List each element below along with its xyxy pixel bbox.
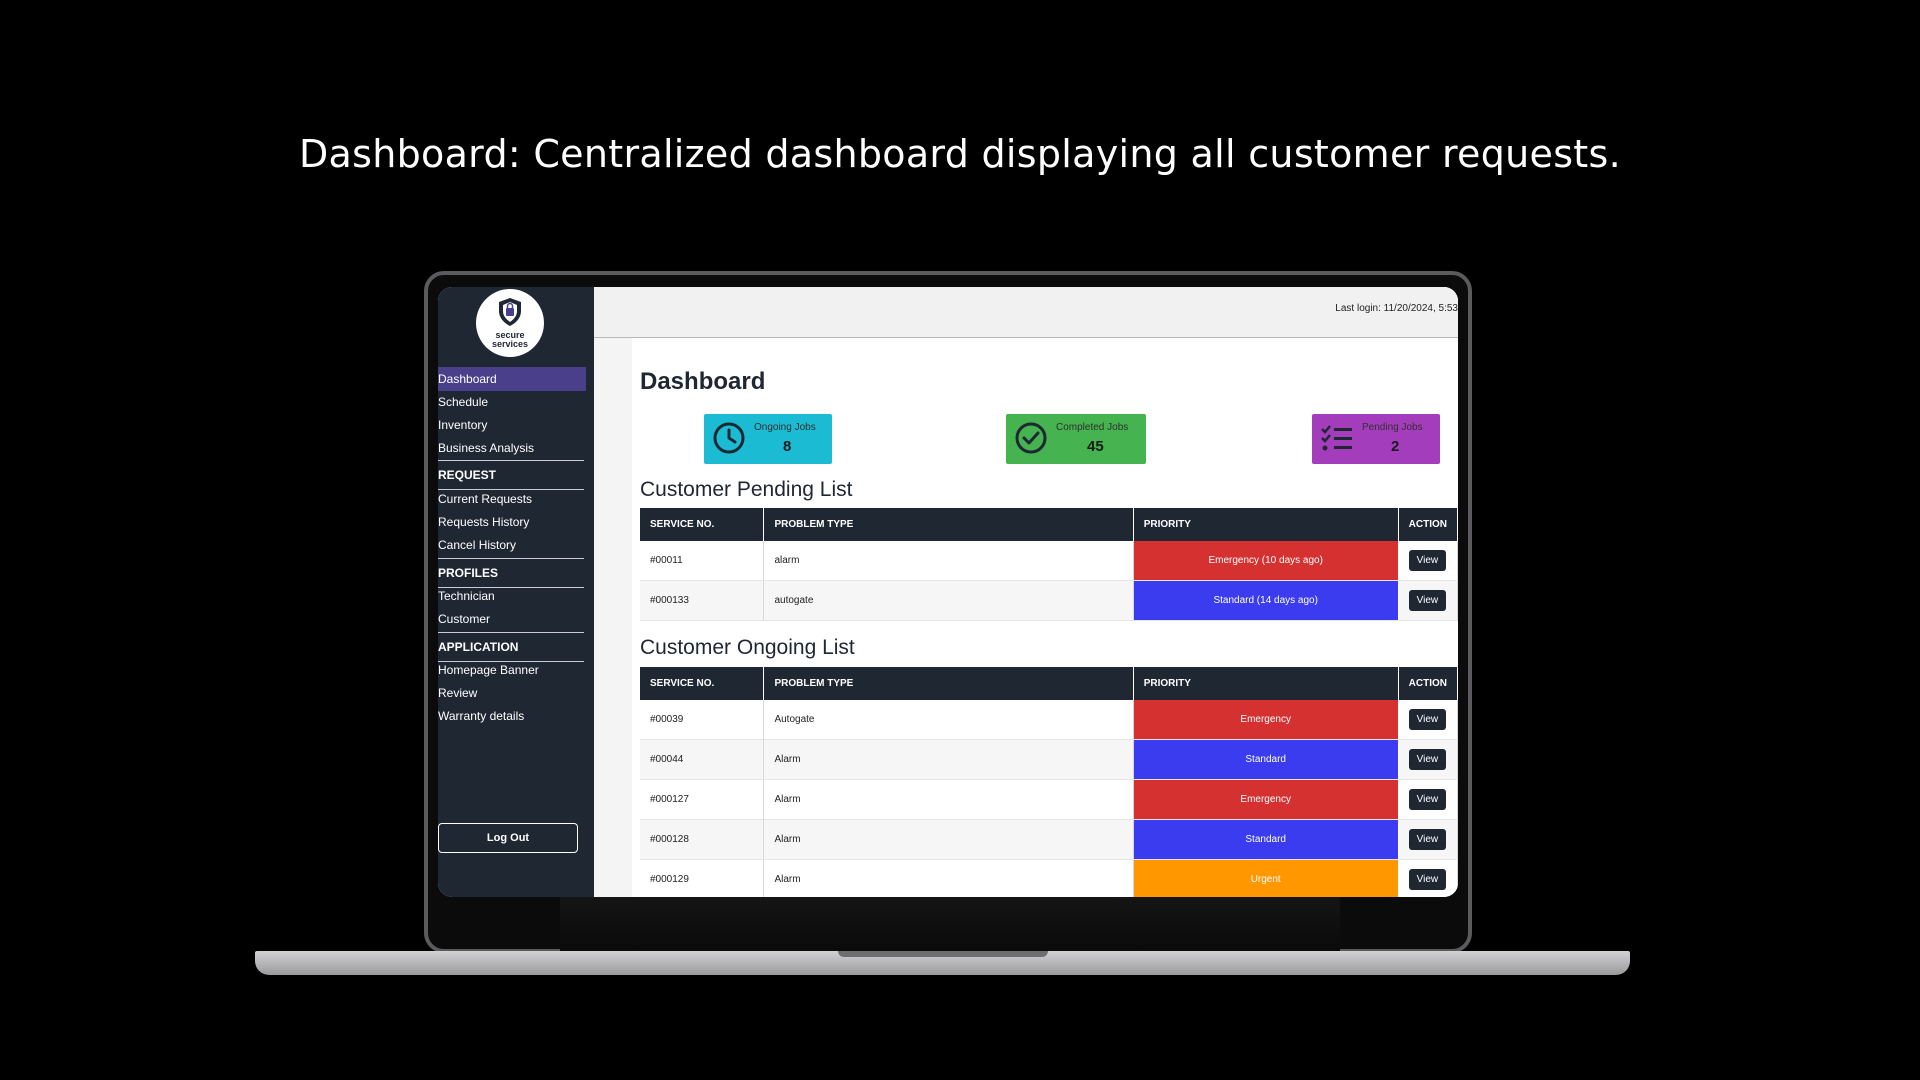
dashboard-content: Dashboard Ongoing Jobs 8 Completed Jobs … bbox=[632, 338, 1458, 897]
priority-badge: Emergency bbox=[1133, 700, 1399, 740]
ongoing-list-table: SERVICE NO. PROBLEM TYPE PRIORITY ACTION… bbox=[640, 667, 1458, 897]
priority-badge: Standard (14 days ago) bbox=[1133, 580, 1399, 621]
problem-type-cell: alarm bbox=[763, 541, 1134, 581]
sidebar-item-dashboard[interactable]: Dashboard bbox=[438, 367, 586, 391]
action-cell: View bbox=[1398, 819, 1458, 860]
service-no-cell: #00044 bbox=[640, 739, 765, 780]
sidebar-item-customer[interactable]: Customer bbox=[438, 607, 586, 631]
logo-text: secure services bbox=[491, 330, 529, 349]
col-priority: PRIORITY bbox=[1133, 508, 1399, 541]
priority-badge: Standard bbox=[1133, 819, 1399, 860]
col-problem-type: PROBLEM TYPE bbox=[763, 667, 1134, 700]
service-no-cell: #000133 bbox=[640, 580, 765, 621]
pending-jobs-label: Pending Jobs bbox=[1362, 422, 1423, 433]
sidebar-item-homepage-banner[interactable]: Homepage Banner bbox=[438, 658, 586, 682]
ongoing-list-title: Customer Ongoing List bbox=[640, 636, 855, 659]
pending-list-table: SERVICE NO. PROBLEM TYPE PRIORITY ACTION… bbox=[640, 508, 1458, 621]
sidebar-item-review[interactable]: Review bbox=[438, 681, 586, 705]
col-action: ACTION bbox=[1398, 667, 1458, 700]
view-button[interactable]: View bbox=[1408, 550, 1447, 571]
page-title: Dashboard bbox=[640, 368, 766, 395]
action-cell: View bbox=[1398, 859, 1458, 897]
main-area: Last login: 11/20/2024, 5:53 Dashboard O… bbox=[594, 287, 1458, 897]
action-cell: View bbox=[1398, 700, 1458, 740]
col-problem-type: PROBLEM TYPE bbox=[763, 508, 1134, 541]
col-service-no: SERVICE NO. bbox=[640, 667, 765, 700]
completed-jobs-value: 45 bbox=[1087, 438, 1104, 455]
view-button[interactable]: View bbox=[1408, 749, 1447, 770]
table-row: #000133 autogate Standard (14 days ago) … bbox=[640, 580, 1458, 621]
ongoing-jobs-card[interactable]: Ongoing Jobs 8 bbox=[704, 414, 832, 464]
problem-type-cell: autogate bbox=[763, 580, 1134, 621]
table-row: #00011 alarm Emergency (10 days ago) Vie… bbox=[640, 541, 1458, 581]
clock-icon bbox=[713, 422, 745, 454]
shield-icon bbox=[499, 298, 521, 326]
action-cell: View bbox=[1398, 580, 1458, 621]
headline: Dashboard: Centralized dashboard display… bbox=[299, 132, 1621, 176]
problem-type-cell: Alarm bbox=[763, 739, 1134, 780]
sidebar-item-business-analysis[interactable]: Business Analysis bbox=[438, 436, 586, 460]
table-row: #000129 Alarm Urgent View bbox=[640, 859, 1458, 897]
sidebar: secure services Dashboard Schedule Invent… bbox=[438, 287, 594, 897]
view-button[interactable]: View bbox=[1408, 789, 1447, 810]
pending-jobs-value: 2 bbox=[1391, 438, 1400, 455]
top-bar: Last login: 11/20/2024, 5:53 bbox=[594, 287, 1458, 338]
sidebar-item-inventory[interactable]: Inventory bbox=[438, 413, 586, 437]
check-circle-icon bbox=[1015, 422, 1047, 454]
view-button[interactable]: View bbox=[1408, 869, 1447, 890]
sidebar-item-schedule[interactable]: Schedule bbox=[438, 390, 586, 414]
completed-jobs-card[interactable]: Completed Jobs 45 bbox=[1006, 414, 1146, 464]
sidebar-item-current-requests[interactable]: Current Requests bbox=[438, 487, 586, 511]
service-no-cell: #000129 bbox=[640, 859, 765, 897]
ongoing-jobs-label: Ongoing Jobs bbox=[754, 422, 816, 433]
col-action: ACTION bbox=[1398, 508, 1458, 541]
service-no-cell: #000127 bbox=[640, 779, 765, 820]
completed-jobs-label: Completed Jobs bbox=[1056, 422, 1129, 433]
col-service-no: SERVICE NO. bbox=[640, 508, 765, 541]
last-login-text: Last login: 11/20/2024, 5:53 bbox=[1335, 303, 1458, 314]
service-no-cell: #000128 bbox=[640, 819, 765, 860]
sidebar-item-cancel-history[interactable]: Cancel History bbox=[438, 533, 586, 557]
table-row: #000127 Alarm Emergency View bbox=[640, 779, 1458, 820]
view-button[interactable]: View bbox=[1408, 709, 1447, 730]
sidebar-section-request: REQUEST bbox=[438, 460, 584, 490]
problem-type-cell: Alarm bbox=[763, 819, 1134, 860]
service-no-cell: #00011 bbox=[640, 541, 765, 581]
app-logo[interactable]: secure services bbox=[476, 289, 544, 357]
logout-button[interactable]: Log Out bbox=[438, 823, 578, 853]
view-button[interactable]: View bbox=[1408, 590, 1447, 611]
action-cell: View bbox=[1398, 739, 1458, 780]
pending-list-title: Customer Pending List bbox=[640, 478, 853, 501]
priority-badge: Emergency bbox=[1133, 779, 1399, 820]
app-screen: secure services Dashboard Schedule Invent… bbox=[438, 287, 1458, 897]
checklist-icon bbox=[1321, 425, 1352, 451]
action-cell: View bbox=[1398, 541, 1458, 581]
table-row: #00039 Autogate Emergency View bbox=[640, 700, 1458, 740]
sidebar-item-technician[interactable]: Technician bbox=[438, 584, 586, 608]
laptop-base-notch bbox=[838, 951, 1048, 957]
priority-badge: Standard bbox=[1133, 739, 1399, 780]
table-row: #00044 Alarm Standard View bbox=[640, 739, 1458, 780]
ongoing-jobs-value: 8 bbox=[783, 438, 792, 455]
problem-type-cell: Alarm bbox=[763, 779, 1134, 820]
view-button[interactable]: View bbox=[1408, 829, 1447, 850]
priority-badge: Urgent bbox=[1133, 859, 1399, 897]
priority-badge: Emergency (10 days ago) bbox=[1133, 541, 1399, 581]
col-priority: PRIORITY bbox=[1133, 667, 1399, 700]
action-cell: View bbox=[1398, 779, 1458, 820]
problem-type-cell: Alarm bbox=[763, 859, 1134, 897]
laptop-keyboard-shadow bbox=[560, 897, 1340, 951]
table-row: #000128 Alarm Standard View bbox=[640, 819, 1458, 860]
pending-jobs-card[interactable]: Pending Jobs 2 bbox=[1312, 414, 1440, 464]
content-gutter bbox=[594, 338, 632, 897]
problem-type-cell: Autogate bbox=[763, 700, 1134, 740]
service-no-cell: #00039 bbox=[640, 700, 765, 740]
sidebar-item-warranty-details[interactable]: Warranty details bbox=[438, 704, 586, 728]
sidebar-item-requests-history[interactable]: Requests History bbox=[438, 510, 586, 534]
